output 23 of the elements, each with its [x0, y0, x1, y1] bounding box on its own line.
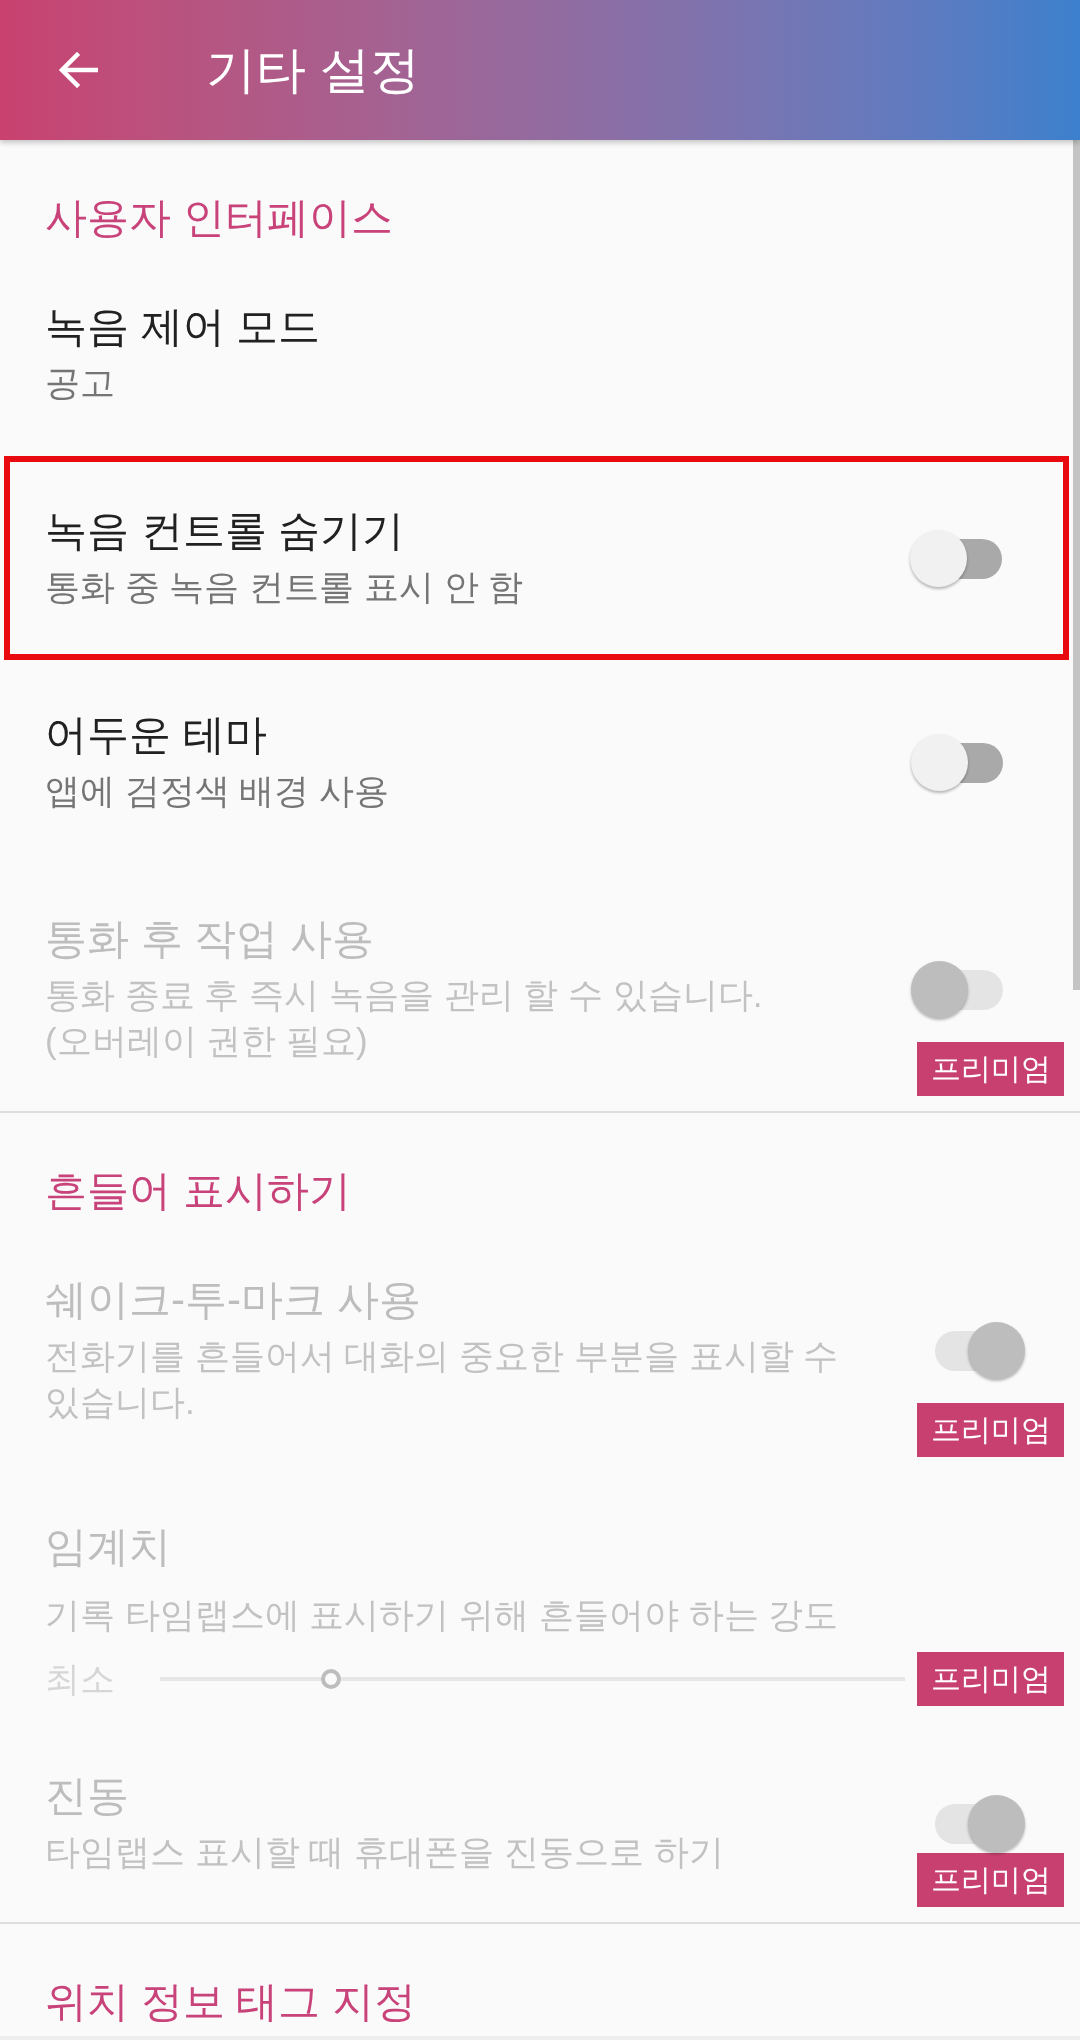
- setting-summary: 앱에 검정색 배경 사용: [45, 770, 391, 812]
- setting-title: 통화 후 작업 사용: [45, 914, 375, 964]
- premium-badge: 프리미엄: [917, 1853, 1064, 1907]
- setting-summary: 전화기를 흔들어서 대화의 중요한 부분을 표시할 수 있습니다.: [45, 1335, 840, 1423]
- setting-summary: 통화 중 녹음 컨트롤 표시 안 함: [45, 566, 525, 608]
- section-header: 위치 정보 태그 지정: [45, 1978, 416, 2025]
- screen-title: 기타 설정: [206, 41, 420, 100]
- setting-title: 쉐이크-투-마크 사용: [45, 1275, 422, 1325]
- section-header: 사용자 인터페이스: [45, 194, 393, 241]
- setting-summary: 타임랩스 표시할 때 휴대폰을 진동으로 하기: [45, 1831, 725, 1873]
- section-header: 흔들어 표시하기: [45, 1167, 351, 1214]
- setting-summary: 통화 종료 후 즉시 녹음을 관리 할 수 있습니다. (오버레이 권한 필요): [45, 974, 764, 1062]
- premium-badge: 프리미엄: [917, 1042, 1064, 1096]
- back-icon[interactable]: [58, 52, 98, 88]
- setting-title: 진동: [45, 1771, 130, 1821]
- setting-summary: 기록 타임랩스에 표시하기 위해 흔들어야 하는 강도: [45, 1594, 840, 1636]
- setting-title: 녹음 컨트롤 숨기기: [45, 506, 406, 556]
- premium-badge: 프리미엄: [917, 1403, 1064, 1457]
- setting-title: 녹음 제어 모드: [45, 302, 322, 352]
- premium-badge: 프리미엄: [917, 1652, 1064, 1706]
- setting-summary: 공고: [45, 362, 116, 404]
- setting-title: 어두운 테마: [45, 710, 268, 760]
- setting-title: 임계치: [45, 1522, 172, 1572]
